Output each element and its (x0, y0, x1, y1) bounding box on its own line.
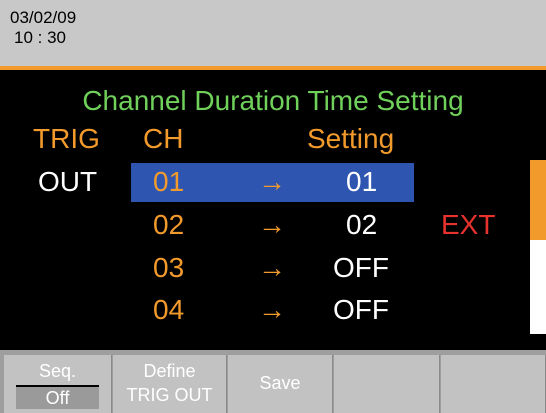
row-4-channel[interactable]: 04 (153, 292, 184, 328)
date-display: 03/02/09 (10, 8, 77, 27)
row-4-arrow-icon: → (258, 294, 286, 325)
column-header-ch: CH (143, 123, 184, 154)
row-1-arrow-icon: → (258, 166, 286, 197)
row-2-setting[interactable]: 02 (346, 207, 377, 243)
status-bar: 03/02/09 10 : 30 (0, 0, 546, 66)
save-label: Save (259, 373, 301, 393)
trig-value[interactable]: OUT (38, 164, 97, 200)
row-1-setting[interactable]: 01 (346, 164, 377, 200)
seq-label: Seq. (38, 361, 77, 381)
row-2-channel[interactable]: 02 (153, 207, 184, 243)
time-display: 10 : 30 (14, 28, 66, 47)
column-header-setting: Setting (307, 123, 395, 154)
row-3-channel[interactable]: 03 (153, 250, 184, 286)
define-label-line2: TRIG OUT (126, 385, 213, 405)
column-header-trig: TRIG (33, 123, 100, 154)
save-softkey[interactable]: Save (228, 355, 333, 413)
row-4-setting[interactable]: OFF (333, 292, 389, 328)
seq-softkey[interactable]: Seq. Off (4, 355, 112, 413)
softkey-4[interactable] (334, 355, 440, 413)
define-label-line1: Define (143, 361, 196, 381)
page-title: Channel Duration Time Setting (82, 85, 464, 116)
define-trig-out-softkey[interactable]: Define TRIG OUT (113, 355, 227, 413)
ext-indicator: EXT (441, 209, 496, 240)
row-2-arrow-icon: → (258, 209, 286, 240)
scrollbar-thumb[interactable] (530, 160, 546, 240)
row-1-channel[interactable]: 01 (153, 164, 184, 200)
row-3-arrow-icon: → (258, 252, 286, 283)
seq-value: Off (16, 387, 99, 409)
row-3-setting[interactable]: OFF (333, 250, 389, 286)
softkey-5[interactable] (441, 355, 546, 413)
